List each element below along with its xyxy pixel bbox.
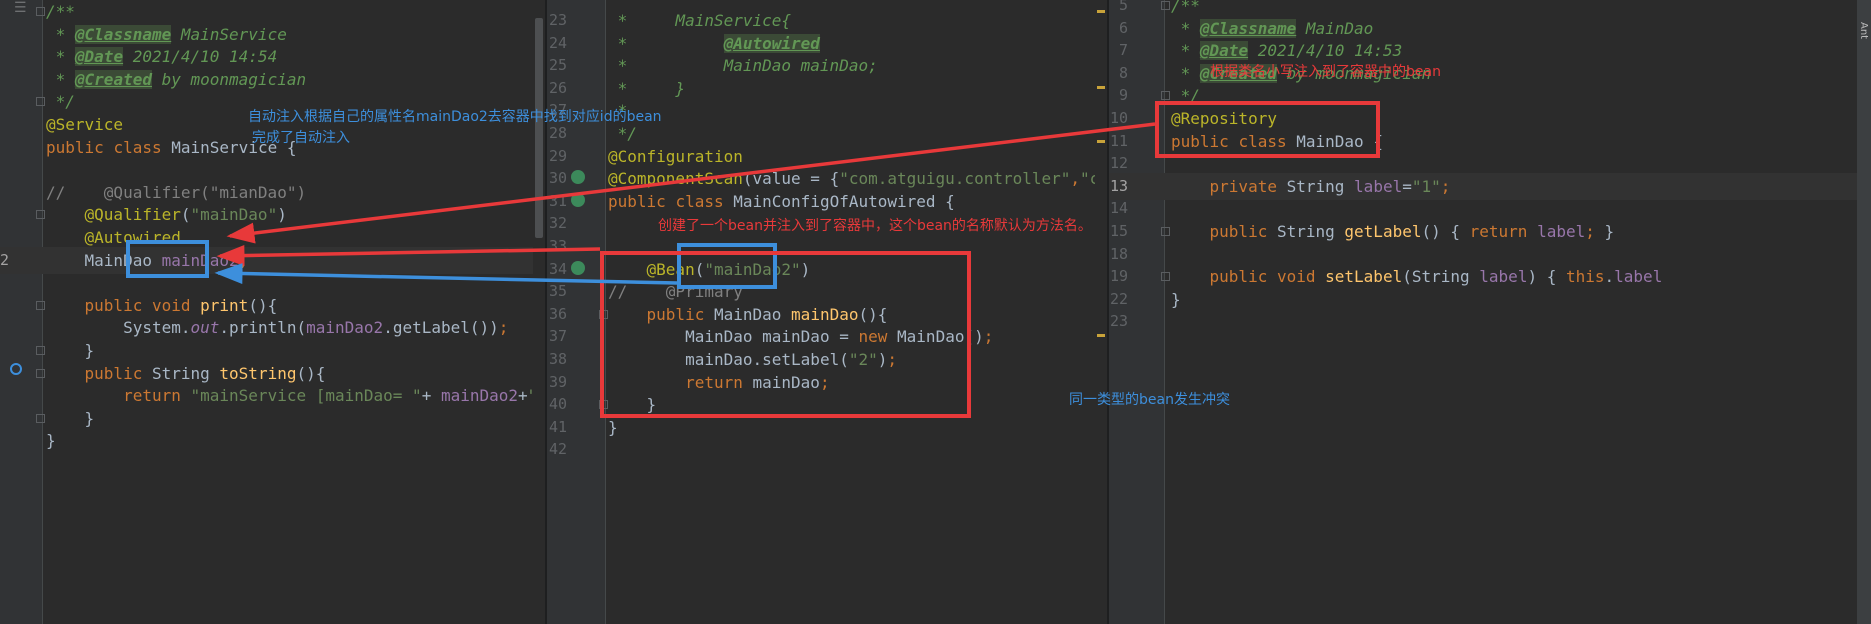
code-area[interactable]: /** * @Classname MainService * @Date 202… xyxy=(0,0,545,624)
scrollbar-thumb[interactable] xyxy=(535,18,543,238)
editor-pane-main-service: ☰ /** * @Classname MainService * @Date 2… xyxy=(0,0,545,624)
component-scan-gutter-icon[interactable] xyxy=(571,170,585,184)
editor-pane-main-dao: 5/** 6 * @Classname MainDao 7 * @Date 2021… xyxy=(1109,0,1871,624)
fold-marker-icon[interactable] xyxy=(36,97,45,107)
code-line[interactable]: } xyxy=(0,427,545,454)
code-line[interactable]: 42 xyxy=(547,436,1107,463)
fold-marker-icon[interactable] xyxy=(1161,272,1170,282)
fold-marker-icon[interactable] xyxy=(1161,227,1170,236)
fold-marker-icon[interactable] xyxy=(36,300,45,310)
error-stripe-mark[interactable] xyxy=(1097,334,1105,337)
error-stripe-mark[interactable] xyxy=(1097,10,1105,13)
bean-created-note: 创建了一个bean并注入到了容器中，这个bean的名称默认为方法名。 xyxy=(658,218,1092,234)
code-line[interactable]: 23 xyxy=(1109,308,1871,335)
bean-conflict-note: 同一类型的bean发生冲突 xyxy=(1069,392,1230,408)
autowire-note-line2: 完成了自动注入 xyxy=(252,130,350,146)
fold-marker-icon[interactable] xyxy=(36,346,45,355)
line-number: 42 xyxy=(548,440,567,459)
ant-tab-label[interactable]: Ant xyxy=(1858,22,1869,39)
fold-marker-icon[interactable] xyxy=(1161,1,1170,10)
fold-marker-icon[interactable] xyxy=(36,7,45,16)
bean-method-gutter-icon[interactable] xyxy=(571,261,585,275)
code-text[interactable]: } xyxy=(46,427,56,454)
override-gutter-icon[interactable] xyxy=(10,363,22,375)
bean-gutter-icon[interactable] xyxy=(571,193,585,207)
error-stripe-mark[interactable] xyxy=(1097,140,1105,143)
code-area[interactable]: 5/** 6 * @Classname MainDao 7 * @Date 2021… xyxy=(1109,0,1871,624)
line-number: 23 xyxy=(1109,312,1128,331)
highlight-box-repository xyxy=(1155,101,1380,158)
lowercase-name-note: 根据类名小写注入到了容器中的bean xyxy=(1210,64,1441,80)
ant-tool-window-tab[interactable]: Ant xyxy=(1857,0,1871,624)
highlight-box-bean-method xyxy=(600,251,971,418)
autowire-note-line1: 自动注入根据自己的属性名mainDao2去容器中找到对应id的bean xyxy=(248,109,662,125)
fold-marker-icon[interactable] xyxy=(1161,91,1170,101)
highlight-box-field-maindao2 xyxy=(126,240,209,278)
vertical-scrollbar[interactable] xyxy=(533,0,545,624)
fold-marker-icon[interactable] xyxy=(36,413,45,423)
vertical-scrollbar[interactable] xyxy=(1095,0,1107,624)
fold-marker-icon[interactable] xyxy=(36,368,45,378)
fold-marker-icon[interactable] xyxy=(36,210,45,220)
error-stripe-mark[interactable] xyxy=(1097,86,1105,89)
